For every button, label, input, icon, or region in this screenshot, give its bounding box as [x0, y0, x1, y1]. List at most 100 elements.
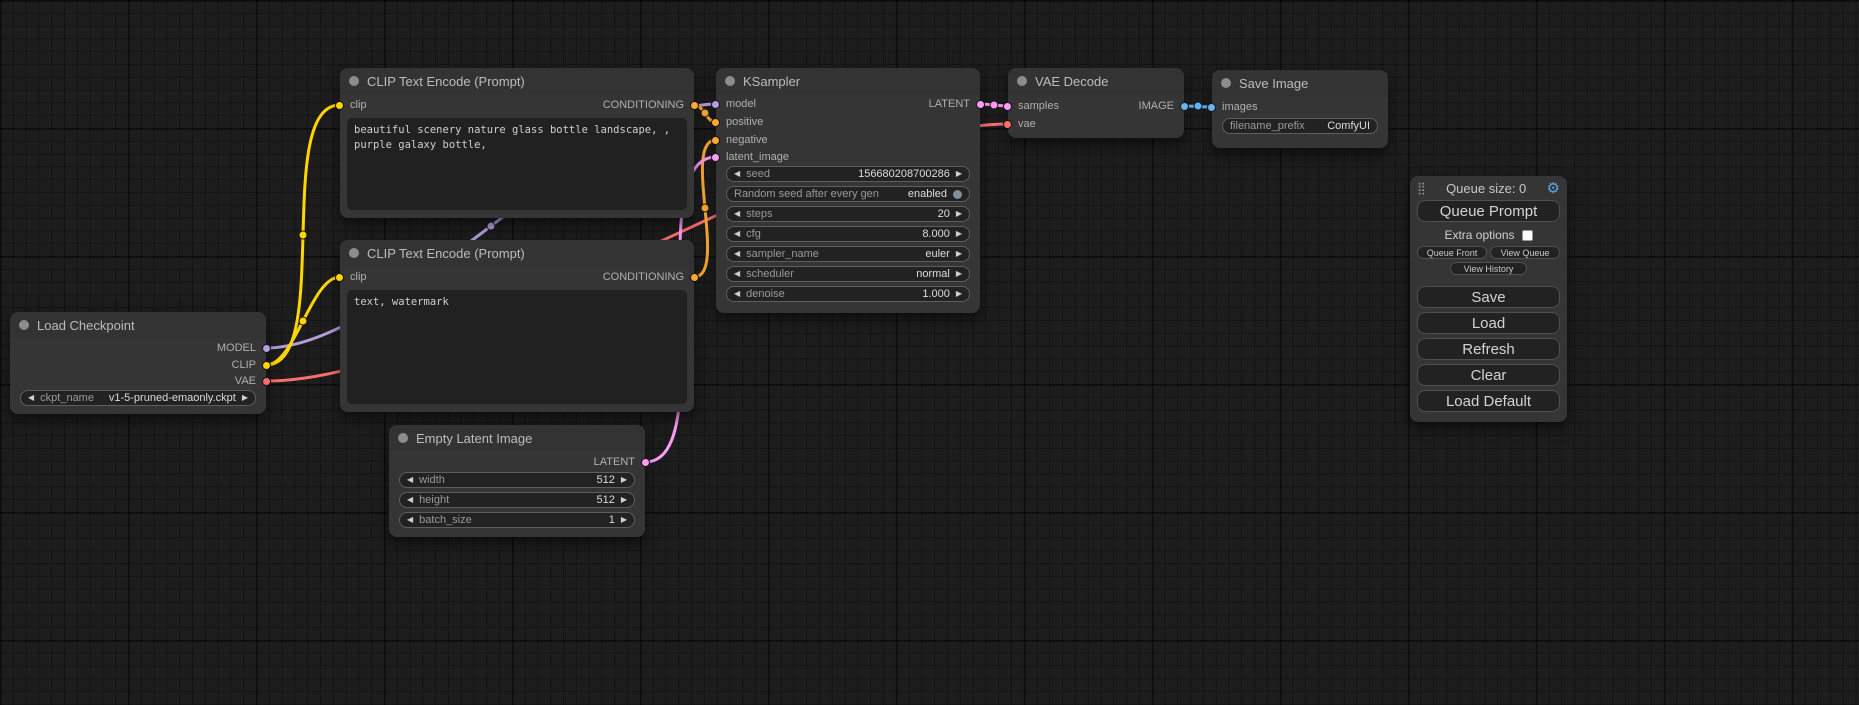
increment-arrow-icon[interactable]: ▶ [956, 210, 962, 218]
ckpt-name-widget[interactable]: ◀ ckpt_name v1-5-pruned-emaonly.ckpt ▶ [20, 390, 256, 406]
queue-front-button[interactable]: Queue Front [1417, 246, 1487, 259]
conditioning-port-icon[interactable] [711, 118, 720, 127]
load-button[interactable]: Load [1417, 312, 1560, 334]
save-button[interactable]: Save [1417, 286, 1560, 308]
clip-port-icon[interactable] [335, 101, 344, 110]
decrement-arrow-icon[interactable]: ◀ [734, 270, 740, 278]
clip-port-icon[interactable] [262, 361, 271, 370]
increment-arrow-icon[interactable]: ▶ [621, 496, 627, 504]
node-title-bar[interactable]: CLIP Text Encode (Prompt) [340, 240, 694, 266]
collapse-dot[interactable] [725, 76, 735, 86]
node-title-bar[interactable]: KSampler [716, 68, 980, 94]
link-midpoint-dot[interactable] [487, 222, 495, 230]
node-title-bar[interactable]: CLIP Text Encode (Prompt) [340, 68, 694, 94]
clip-port-icon[interactable] [335, 273, 344, 282]
conditioning-port-icon[interactable] [690, 273, 699, 282]
node-vae-decode[interactable]: VAE Decode samples vae IMAGE [1008, 68, 1184, 138]
latent-port-icon[interactable] [976, 100, 985, 109]
node-load-checkpoint[interactable]: Load Checkpoint MODEL CLIP VAE ◀ ckpt_na… [10, 312, 266, 414]
clear-button[interactable]: Clear [1417, 364, 1560, 386]
conditioning-port-icon[interactable] [690, 101, 699, 110]
input-slot-clip[interactable]: clip [335, 270, 367, 284]
positive-prompt-textarea[interactable]: beautiful scenery nature glass bottle la… [347, 118, 687, 210]
denoise-widget[interactable]: ◀ denoise 1.000 ▶ [726, 286, 970, 302]
refresh-button[interactable]: Refresh [1417, 338, 1560, 360]
input-slot-model[interactable]: model [711, 97, 756, 111]
input-slot-vae[interactable]: vae [1003, 117, 1036, 131]
input-slot-positive[interactable]: positive [711, 115, 763, 129]
width-widget[interactable]: ◀ width 512 ▶ [399, 472, 635, 488]
input-slot-clip[interactable]: clip [335, 98, 367, 112]
collapse-dot[interactable] [398, 433, 408, 443]
view-queue-button[interactable]: View Queue [1490, 246, 1560, 259]
output-slot-clip[interactable]: CLIP [232, 358, 271, 372]
conditioning-port-icon[interactable] [711, 136, 720, 145]
increment-arrow-icon[interactable]: ▶ [242, 394, 248, 402]
model-port-icon[interactable] [262, 344, 271, 353]
decrement-arrow-icon[interactable]: ◀ [28, 394, 34, 402]
link-midpoint-dot[interactable] [701, 204, 709, 212]
output-slot-conditioning[interactable]: CONDITIONING [603, 98, 699, 112]
image-port-icon[interactable] [1207, 103, 1216, 112]
collapse-dot[interactable] [349, 248, 359, 258]
increment-arrow-icon[interactable]: ▶ [956, 230, 962, 238]
output-slot-conditioning[interactable]: CONDITIONING [603, 270, 699, 284]
node-save-image[interactable]: Save Image images filename_prefix ComfyU… [1212, 70, 1388, 148]
node-clip-text-encode-negative[interactable]: CLIP Text Encode (Prompt) clip CONDITION… [340, 240, 694, 412]
sampler-name-widget[interactable]: ◀ sampler_name euler ▶ [726, 246, 970, 262]
input-slot-samples[interactable]: samples [1003, 99, 1059, 113]
drag-handle-icon[interactable]: ⣿ [1417, 181, 1426, 195]
vae-port-icon[interactable] [1003, 120, 1012, 129]
output-slot-vae[interactable]: VAE [235, 374, 271, 388]
node-title-bar[interactable]: VAE Decode [1008, 68, 1184, 94]
increment-arrow-icon[interactable]: ▶ [956, 270, 962, 278]
increment-arrow-icon[interactable]: ▶ [956, 170, 962, 178]
output-slot-latent[interactable]: LATENT [594, 455, 650, 469]
collapse-dot[interactable] [19, 320, 29, 330]
random-seed-toggle-widget[interactable]: Random seed after every gen enabled [726, 186, 970, 202]
latent-port-icon[interactable] [641, 458, 650, 467]
output-slot-model[interactable]: MODEL [217, 341, 271, 355]
image-port-icon[interactable] [1180, 102, 1189, 111]
link-midpoint-dot[interactable] [990, 101, 998, 109]
steps-widget[interactable]: ◀ steps 20 ▶ [726, 206, 970, 222]
wire-clip-negative[interactable] [266, 277, 340, 365]
node-title-bar[interactable]: Save Image [1212, 70, 1388, 96]
collapse-dot[interactable] [1221, 78, 1231, 88]
cfg-widget[interactable]: ◀ cfg 8.000 ▶ [726, 226, 970, 242]
node-empty-latent-image[interactable]: Empty Latent Image LATENT ◀ width 512 ▶ … [389, 425, 645, 537]
queue-panel-header[interactable]: ⣿ Queue size: 0 ⚙ [1417, 179, 1560, 197]
node-title-bar[interactable]: Load Checkpoint [10, 312, 266, 338]
toggle-dot-icon[interactable] [953, 190, 962, 199]
latent-port-icon[interactable] [1003, 102, 1012, 111]
decrement-arrow-icon[interactable]: ◀ [734, 290, 740, 298]
extra-options-checkbox[interactable] [1522, 230, 1533, 241]
scheduler-widget[interactable]: ◀ scheduler normal ▶ [726, 266, 970, 282]
model-port-icon[interactable] [711, 100, 720, 109]
node-title-bar[interactable]: Empty Latent Image [389, 425, 645, 451]
link-midpoint-dot[interactable] [1194, 102, 1202, 110]
input-slot-negative[interactable]: negative [711, 133, 768, 147]
vae-port-icon[interactable] [262, 377, 271, 386]
increment-arrow-icon[interactable]: ▶ [956, 250, 962, 258]
decrement-arrow-icon[interactable]: ◀ [407, 496, 413, 504]
link-midpoint-dot[interactable] [701, 109, 709, 117]
collapse-dot[interactable] [349, 76, 359, 86]
wire-clip-positive[interactable] [266, 105, 340, 365]
filename-prefix-widget[interactable]: filename_prefix ComfyUI [1222, 118, 1378, 134]
node-clip-text-encode-positive[interactable]: CLIP Text Encode (Prompt) clip CONDITION… [340, 68, 694, 218]
seed-widget[interactable]: ◀ seed 156680208700286 ▶ [726, 166, 970, 182]
load-default-button[interactable]: Load Default [1417, 390, 1560, 412]
node-ksampler[interactable]: KSampler model positive negative latent_… [716, 68, 980, 313]
decrement-arrow-icon[interactable]: ◀ [734, 210, 740, 218]
view-history-button[interactable]: View History [1450, 262, 1527, 275]
link-midpoint-dot[interactable] [299, 231, 307, 239]
input-slot-images[interactable]: images [1207, 100, 1257, 114]
increment-arrow-icon[interactable]: ▶ [621, 476, 627, 484]
decrement-arrow-icon[interactable]: ◀ [734, 230, 740, 238]
output-slot-image[interactable]: IMAGE [1139, 99, 1189, 113]
output-slot-latent[interactable]: LATENT [929, 97, 985, 111]
batch-size-widget[interactable]: ◀ batch_size 1 ▶ [399, 512, 635, 528]
increment-arrow-icon[interactable]: ▶ [621, 516, 627, 524]
decrement-arrow-icon[interactable]: ◀ [407, 476, 413, 484]
